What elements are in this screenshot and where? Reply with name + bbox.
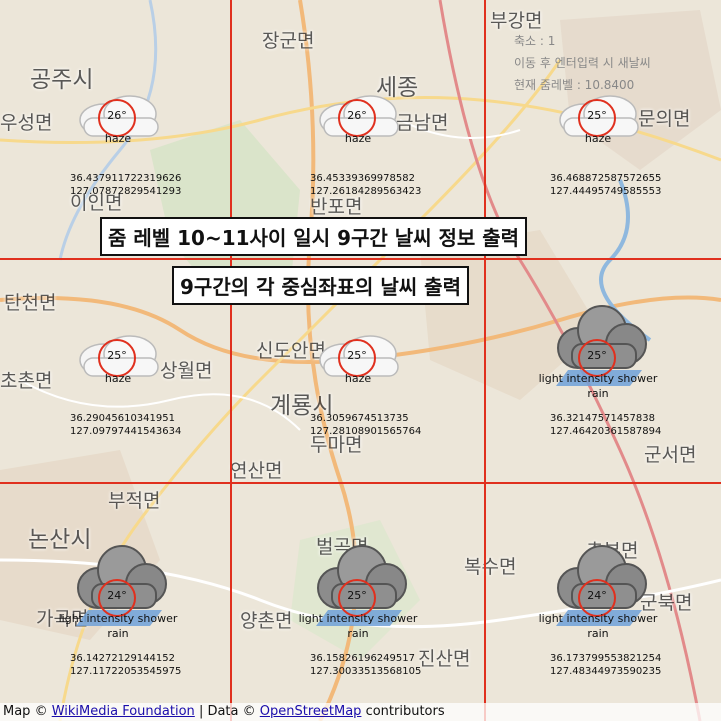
attribution-suffix: contributors xyxy=(365,704,445,719)
weather-marker: 25° light intensity shower rain xyxy=(296,545,426,662)
weather-marker: 25° haze xyxy=(56,322,186,422)
center-coordinates: 36.437911722319626 127.07872829541293 xyxy=(70,172,181,198)
weather-marker: 26° haze xyxy=(56,82,186,182)
temperature-label: 26° xyxy=(107,109,127,122)
latitude-value: 36.29045610341951 xyxy=(70,413,175,424)
latitude-value: 36.173799553821254 xyxy=(550,653,662,664)
weather-description: haze xyxy=(344,132,372,145)
temperature-label: 24° xyxy=(587,589,607,602)
wikimedia-link[interactable]: WikiMedia Foundation xyxy=(52,704,195,719)
title-banner: 줌 레벨 10~11사이 일시 9구간 날씨 정보 출력 xyxy=(100,217,528,256)
latitude-value: 36.3059674513735 xyxy=(310,413,409,424)
temperature-label: 25° xyxy=(347,349,367,362)
center-coordinates: 36.14272129144152 127.11722053545975 xyxy=(70,652,181,678)
weather-description: haze xyxy=(344,372,372,385)
weather-marker: 24° light intensity shower rain xyxy=(536,545,666,662)
longitude-value: 127.09797441543634 xyxy=(70,426,182,437)
longitude-value: 127.48344973590235 xyxy=(550,666,662,677)
longitude-value: 127.07872829541293 xyxy=(70,186,182,197)
openstreetmap-link[interactable]: OpenStreetMap xyxy=(260,704,362,719)
weather-cell: 26° haze 36.437911722319626 127.078728295… xyxy=(0,0,240,240)
latitude-value: 36.14272129144152 xyxy=(70,653,175,664)
temperature-label: 25° xyxy=(107,349,127,362)
map-attribution: Map © WikiMedia Foundation | Data © Open… xyxy=(0,703,721,721)
longitude-value: 127.26184289563423 xyxy=(310,186,422,197)
latitude-value: 36.32147571457838 xyxy=(550,413,655,424)
longitude-value: 127.30033513568105 xyxy=(310,666,422,677)
attribution-data: | Data © xyxy=(198,704,256,719)
weather-marker: 24° light intensity shower rain xyxy=(56,545,186,662)
center-coordinates: 36.3059674513735 127.28108901565764 xyxy=(310,412,421,438)
latitude-value: 36.15826196249517 xyxy=(310,653,415,664)
center-coordinates: 36.15826196249517 127.30033513568105 xyxy=(310,652,421,678)
weather-description: haze xyxy=(584,132,612,145)
weather-description: light intensity shower rain xyxy=(538,612,658,640)
weather-marker: 25° haze xyxy=(296,322,426,422)
weather-cell: 26° haze 36.45339369978582 127.2618428956… xyxy=(240,0,480,240)
temperature-label: 25° xyxy=(587,349,607,362)
center-coordinates: 36.468872587572655 127.44495749585553 xyxy=(550,172,661,198)
center-coordinates: 36.32147571457838 127.46420361587894 xyxy=(550,412,661,438)
weather-marker: 25° haze xyxy=(536,82,666,182)
weather-cell: 25° light intensity shower rain 36.321475… xyxy=(480,240,720,480)
weather-description: light intensity shower rain xyxy=(538,372,658,400)
weather-cell: 25° haze 36.468872587572655 127.444957495… xyxy=(480,0,720,240)
latitude-value: 36.45339369978582 xyxy=(310,173,415,184)
longitude-value: 127.11722053545975 xyxy=(70,666,182,677)
weather-description: light intensity shower rain xyxy=(298,612,418,640)
latitude-value: 36.468872587572655 xyxy=(550,173,662,184)
temperature-label: 26° xyxy=(347,109,367,122)
weather-marker: 26° haze xyxy=(296,82,426,182)
weather-cell: 24° light intensity shower rain 36.173799… xyxy=(480,480,720,720)
temperature-label: 25° xyxy=(347,589,367,602)
subtitle-banner: 9구간의 각 중심좌표의 날씨 출력 xyxy=(172,266,469,305)
weather-marker: 25° light intensity shower rain xyxy=(536,305,666,422)
temperature-label: 24° xyxy=(107,589,127,602)
longitude-value: 127.44495749585553 xyxy=(550,186,662,197)
longitude-value: 127.28108901565764 xyxy=(310,426,422,437)
temperature-label: 25° xyxy=(587,109,607,122)
longitude-value: 127.46420361587894 xyxy=(550,426,662,437)
weather-cell: 25° light intensity shower rain 36.158261… xyxy=(240,480,480,720)
weather-description: haze xyxy=(104,132,132,145)
attribution-prefix: Map © xyxy=(3,704,48,719)
weather-cell: 24° light intensity shower rain 36.142721… xyxy=(0,480,240,720)
center-coordinates: 36.173799553821254 127.48344973590235 xyxy=(550,652,661,678)
center-coordinates: 36.29045610341951 127.09797441543634 xyxy=(70,412,181,438)
weather-description: haze xyxy=(104,372,132,385)
latitude-value: 36.437911722319626 xyxy=(70,173,182,184)
center-coordinates: 36.45339369978582 127.26184289563423 xyxy=(310,172,421,198)
weather-description: light intensity shower rain xyxy=(58,612,178,640)
